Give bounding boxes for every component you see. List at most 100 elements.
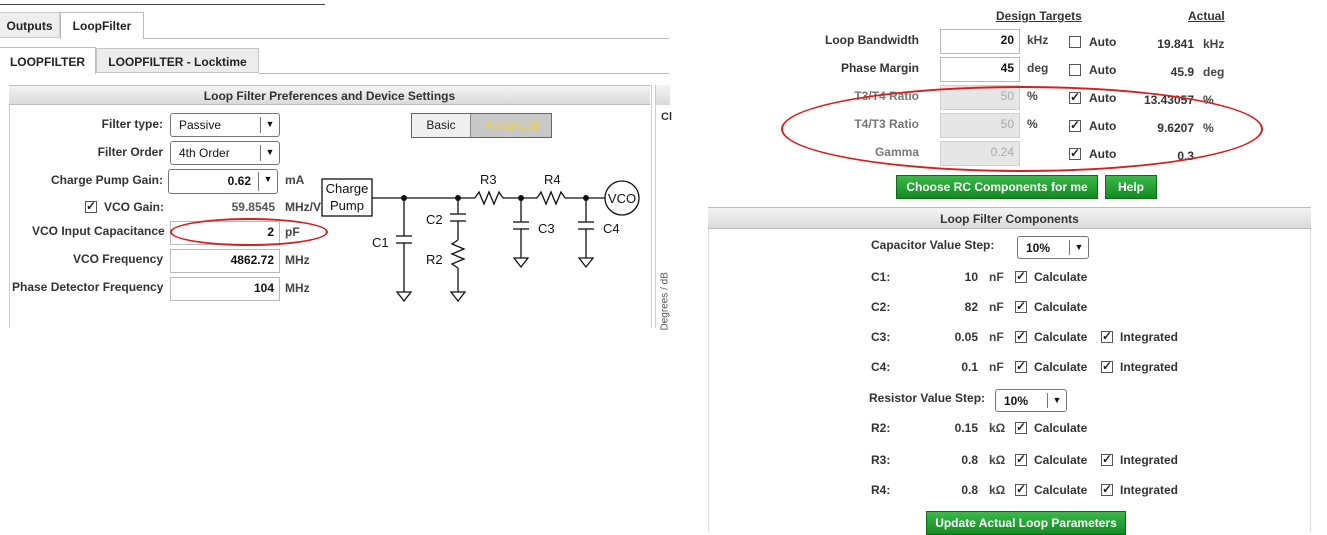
target-value: 45: [1000, 61, 1014, 75]
help-button[interactable]: Help: [1105, 175, 1157, 199]
auto-checkbox[interactable]: [1069, 64, 1081, 76]
choose-rc-button[interactable]: Choose RC Components for me: [896, 175, 1098, 199]
side-cut-letter: Cl: [661, 111, 672, 123]
calculate-checkbox[interactable]: [1015, 452, 1027, 466]
actual-value: 45.9: [1170, 65, 1194, 79]
pd-freq-field[interactable]: 104: [170, 277, 280, 301]
component-unit: nF: [989, 360, 1004, 374]
calculate-checkbox[interactable]: [1015, 359, 1027, 373]
target-unit: deg: [1027, 61, 1049, 75]
help-label: Help: [1117, 180, 1144, 194]
chevron-down-icon: ▼: [258, 172, 277, 191]
res-step-label: Resistor Value Step:: [869, 391, 986, 405]
auto-checkbox[interactable]: [1069, 36, 1081, 48]
target-field[interactable]: 20: [940, 29, 1020, 54]
component-value: 0.8: [961, 453, 978, 467]
subtab-loopfilter[interactable]: LOOPFILTER: [0, 47, 96, 74]
vco-gain-label: VCO Gain:: [104, 200, 165, 214]
integrated-checkbox[interactable]: [1101, 329, 1113, 343]
tab-outputs[interactable]: Outputs: [0, 12, 60, 38]
component-name: R4:: [871, 483, 891, 497]
chevron-down-icon: ▼: [260, 145, 279, 161]
pd-freq-label: Phase Detector Frequency: [12, 280, 164, 294]
integrated-label: Integrated: [1120, 483, 1179, 497]
actual-header: Actual: [1188, 9, 1225, 23]
chevron-down-icon: ▼: [260, 117, 279, 133]
integrated-checkbox[interactable]: [1101, 482, 1113, 496]
target-label: Loop Bandwidth: [825, 33, 919, 47]
filter-order-select[interactable]: 4th Order ▼: [170, 141, 280, 165]
integrated-checkbox[interactable]: [1101, 359, 1113, 373]
component-value: 82: [964, 300, 978, 314]
vco-input-cap-label: VCO Input Capacitance: [32, 224, 165, 238]
chevron-down-icon: ▼: [1047, 393, 1066, 408]
filter-order-label: Filter Order: [97, 145, 163, 159]
integrated-checkbox[interactable]: [1101, 452, 1113, 466]
charge-pump-select[interactable]: 0.62 ▼: [168, 169, 278, 194]
res-step-value: 10%: [1004, 394, 1029, 408]
component-name: C1:: [871, 270, 891, 284]
target-value: 20: [1000, 33, 1014, 47]
calculate-checkbox[interactable]: [1015, 482, 1027, 496]
loop-filter-schematic: Charge Pump VCO C1 C2 R2 R3 C3 R4 C4: [321, 172, 640, 303]
res-step-select[interactable]: 10% ▼: [995, 389, 1067, 412]
component-value: 0.1: [961, 360, 978, 374]
calculate-checkbox[interactable]: [1015, 299, 1027, 313]
subtab-locktime-label: LOOPFILTER - Locktime: [108, 55, 247, 69]
prefs-header: Loop Filter Preferences and Device Setti…: [9, 85, 650, 105]
sub-tab-line: [259, 73, 669, 74]
pd-freq-unit: MHz: [285, 281, 310, 295]
vco-freq-field[interactable]: 4862.72: [170, 249, 280, 273]
target-label: Phase Margin: [840, 61, 919, 75]
label-r2: R2: [426, 252, 443, 267]
filter-type-select[interactable]: Passive ▼: [170, 113, 280, 137]
vco-freq-label: VCO Frequency: [72, 252, 163, 266]
filter-type-label: Filter type:: [101, 117, 163, 131]
chevron-down-icon: ▼: [1069, 240, 1088, 255]
calculate-checkbox[interactable]: [1015, 420, 1027, 434]
actual-value: 19.841: [1157, 37, 1194, 51]
integrated-label: Integrated: [1120, 360, 1179, 374]
components-header-text: Loop Filter Components: [940, 212, 1079, 226]
filter-type-value: Passive: [179, 118, 222, 132]
actual-unit: deg: [1203, 65, 1225, 79]
subtab-loopfilter-label: LOOPFILTER: [9, 55, 86, 69]
component-unit: nF: [989, 270, 1004, 284]
basic-button[interactable]: Basic: [412, 114, 470, 137]
component-unit: kΩ: [989, 483, 1006, 497]
component-value: 10: [964, 270, 978, 284]
calculate-label: Calculate: [1034, 483, 1088, 497]
advanced-button[interactable]: Advanced: [470, 114, 551, 137]
advanced-button-label: Advanced: [484, 118, 538, 132]
component-value: 0.05: [954, 330, 978, 344]
auto-label: Auto: [1089, 35, 1117, 49]
design-targets-header: Design Targets: [996, 9, 1082, 23]
calculate-label: Calculate: [1034, 300, 1088, 314]
tab-outputs-label: Outputs: [6, 19, 53, 33]
pd-freq-value: 104: [253, 281, 274, 295]
vco-gain-checkbox[interactable]: [85, 199, 97, 213]
choose-rc-label: Choose RC Components for me: [906, 180, 1088, 194]
highlight-ellipse: [170, 218, 328, 246]
subtab-locktime[interactable]: LOOPFILTER - Locktime: [96, 48, 259, 73]
tab-loopfilter[interactable]: LoopFilter: [60, 12, 144, 39]
calculate-checkbox[interactable]: [1015, 329, 1027, 343]
update-label: Update Actual Loop Parameters: [935, 516, 1117, 530]
update-button[interactable]: Update Actual Loop Parameters: [926, 511, 1126, 535]
calculate-label: Calculate: [1034, 453, 1088, 467]
component-unit: nF: [989, 300, 1004, 314]
calculate-checkbox[interactable]: [1015, 269, 1027, 283]
label-c3: C3: [538, 221, 555, 236]
component-name: R2:: [871, 421, 891, 435]
prefs-header-text: Loop Filter Preferences and Device Setti…: [203, 89, 456, 103]
calculate-label: Calculate: [1034, 270, 1088, 284]
target-field[interactable]: 45: [940, 57, 1020, 82]
charge-pump-label: Charge Pump Gain:: [50, 173, 163, 187]
charge-pump-text-1: Charge: [326, 181, 369, 196]
cap-step-select[interactable]: 10% ▼: [1017, 236, 1089, 259]
component-unit: kΩ: [989, 421, 1006, 435]
charge-pump-value: 0.62: [227, 174, 251, 188]
components-panel: [708, 229, 1311, 532]
component-unit: nF: [989, 330, 1004, 344]
integrated-label: Integrated: [1120, 330, 1179, 344]
